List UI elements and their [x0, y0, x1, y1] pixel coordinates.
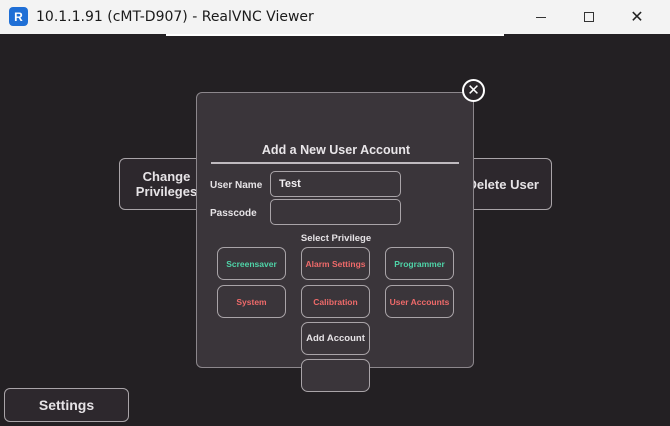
user-name-label: User Name [210, 180, 263, 191]
maximize-icon [584, 12, 594, 22]
privilege-programmer-button[interactable]: Programmer [385, 247, 454, 280]
window-title-bar: R 10.1.1.91 (cMT-D907) - RealVNC Viewer … [0, 0, 670, 34]
privilege-screensaver-button[interactable]: Screensaver [217, 247, 286, 280]
select-privilege-heading: Select Privilege [300, 233, 372, 244]
blank-button[interactable] [301, 359, 370, 392]
realvnc-icon: R [9, 7, 28, 26]
add-user-dialog: Add a New User Account User Name Test Pa… [196, 92, 474, 392]
passcode-input[interactable] [270, 199, 401, 225]
close-icon: ✕ [630, 7, 644, 26]
privilege-system-button[interactable]: System [217, 285, 286, 318]
app-icon-letter: R [14, 9, 23, 24]
maximize-button[interactable] [566, 0, 612, 34]
privilege-user-accounts-button[interactable]: User Accounts [385, 285, 454, 318]
privilege-calibration-button[interactable]: Calibration [301, 285, 370, 318]
close-circle-icon: ✕ [467, 82, 480, 99]
delete-user-label: Delete User [467, 176, 539, 192]
settings-button[interactable]: Settings [4, 388, 129, 422]
dialog-close-button[interactable]: ✕ [462, 79, 485, 102]
change-privileges-label: Change Privileges [135, 169, 198, 199]
minimize-icon [536, 16, 546, 18]
minimize-button[interactable] [518, 0, 564, 34]
settings-label: Settings [38, 397, 95, 413]
user-name-value: Test [279, 178, 301, 190]
close-window-button[interactable]: ✕ [614, 0, 660, 34]
title-divider [211, 162, 459, 164]
window-title: 10.1.1.91 (cMT-D907) - RealVNC Viewer [36, 9, 314, 25]
remote-screen[interactable]: Change Privileges Delete User Settings A… [0, 34, 670, 426]
user-name-input[interactable]: Test [270, 171, 401, 197]
add-account-button[interactable]: Add Account [301, 322, 370, 355]
dialog-title: Add a New User Account [261, 143, 411, 157]
passcode-label: Passcode [210, 208, 257, 219]
privilege-alarm-settings-button[interactable]: Alarm Settings [301, 247, 370, 280]
top-strip [166, 34, 504, 36]
